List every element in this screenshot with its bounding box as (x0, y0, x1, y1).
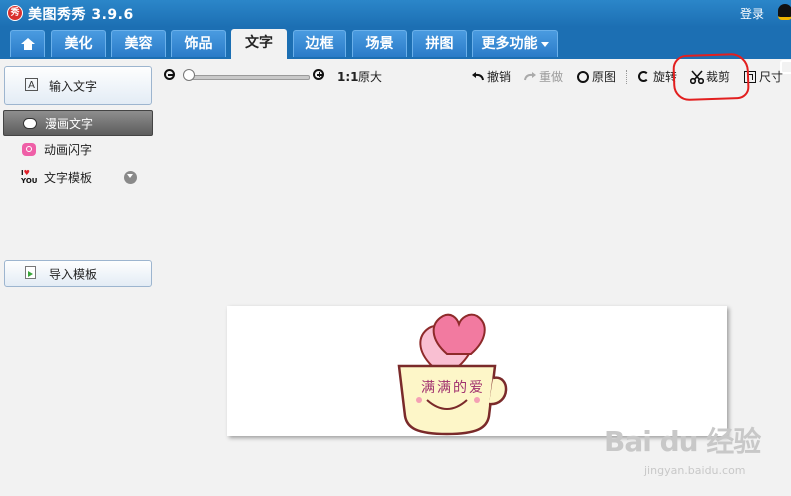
sidebar-item-label: 漫画文字 (45, 117, 94, 131)
tab-beauty[interactable]: 美容 (111, 30, 166, 57)
tab-scene[interactable]: 场景 (352, 30, 407, 57)
app-title: 美图秀秀 3.9.6 (28, 7, 134, 23)
image-canvas[interactable]: 满满的爱 (227, 306, 727, 436)
size-button[interactable]: 尺寸 (759, 66, 783, 88)
image-text: 满满的爱 (421, 380, 485, 396)
tab-collage[interactable]: 拼图 (412, 30, 467, 57)
app-logo-icon: 秀 (7, 5, 23, 21)
tab-text[interactable]: 文字 (231, 29, 287, 59)
expand-icon[interactable] (124, 171, 137, 184)
zoom-out-icon[interactable] (164, 69, 175, 80)
baidu-watermark: Bai du 经验 jingyan.baidu.com (604, 420, 791, 496)
tab-accessories[interactable]: 饰品 (171, 30, 226, 57)
title-bar: 秀 美图秀秀 3.9.6 登录 (0, 0, 791, 27)
rotate-icon (638, 71, 649, 82)
sidebar-item-text-template[interactable]: I♥ YOU 文字模板 (3, 165, 153, 191)
original-image-icon (577, 71, 589, 83)
sidebar: A 输入文字 漫画文字 动画闪字 I♥ YOU 文字模板 导入模板 (0, 59, 158, 496)
sidebar-item-label: 文字模板 (44, 171, 93, 185)
tab-home[interactable] (10, 30, 45, 57)
redo-icon (524, 72, 536, 81)
text-a-icon: A (25, 78, 38, 91)
zoom-slider-thumb[interactable] (183, 69, 195, 81)
toolbar-divider (626, 70, 627, 84)
import-template-label: 导入模板 (49, 267, 98, 281)
qq-icon[interactable] (778, 4, 791, 20)
cup-with-hearts-icon (397, 313, 508, 436)
original-size-button[interactable]: 原大 (358, 66, 382, 88)
tab-more-features-label: 更多功能 (481, 36, 538, 52)
chevron-down-icon (540, 41, 549, 47)
tab-frame[interactable]: 边框 (293, 30, 346, 57)
import-template-button[interactable]: 导入模板 (4, 260, 152, 287)
tab-more-features[interactable]: 更多功能 (472, 30, 558, 57)
watermark-url: jingyan.baidu.com (644, 464, 746, 477)
home-icon (20, 38, 35, 50)
login-link[interactable]: 登录 (740, 5, 764, 22)
tab-beautify[interactable]: 美化 (51, 30, 106, 57)
watermark-logo: Bai du 经验 (604, 425, 761, 458)
speech-bubble-icon (23, 118, 37, 129)
sidebar-item-label: 动画闪字 (44, 143, 93, 157)
main-tab-bar: 美化 美容 饰品 文字 边框 场景 拼图 更多功能 (0, 27, 791, 74)
zoom-in-icon[interactable] (313, 69, 324, 80)
crop-highlight-annotation (672, 52, 750, 102)
undo-button[interactable]: 撤销 (487, 66, 511, 88)
undo-icon (472, 72, 484, 81)
i-love-you-icon: I♥ YOU (21, 169, 38, 185)
sidebar-item-comic-text[interactable]: 漫画文字 (3, 110, 153, 136)
sidebar-item-animated-text[interactable]: 动画闪字 (3, 137, 153, 163)
input-text-button[interactable]: A 输入文字 (4, 66, 152, 105)
input-text-label: 输入文字 (49, 79, 98, 93)
zoom-slider[interactable] (186, 75, 310, 80)
original-image-button[interactable]: 原图 (592, 66, 616, 88)
ratio-one-to-one[interactable]: 1:1 (337, 66, 359, 88)
redo-button[interactable]: 重做 (539, 66, 563, 88)
import-document-icon (25, 266, 36, 279)
flash-text-icon (22, 143, 36, 156)
